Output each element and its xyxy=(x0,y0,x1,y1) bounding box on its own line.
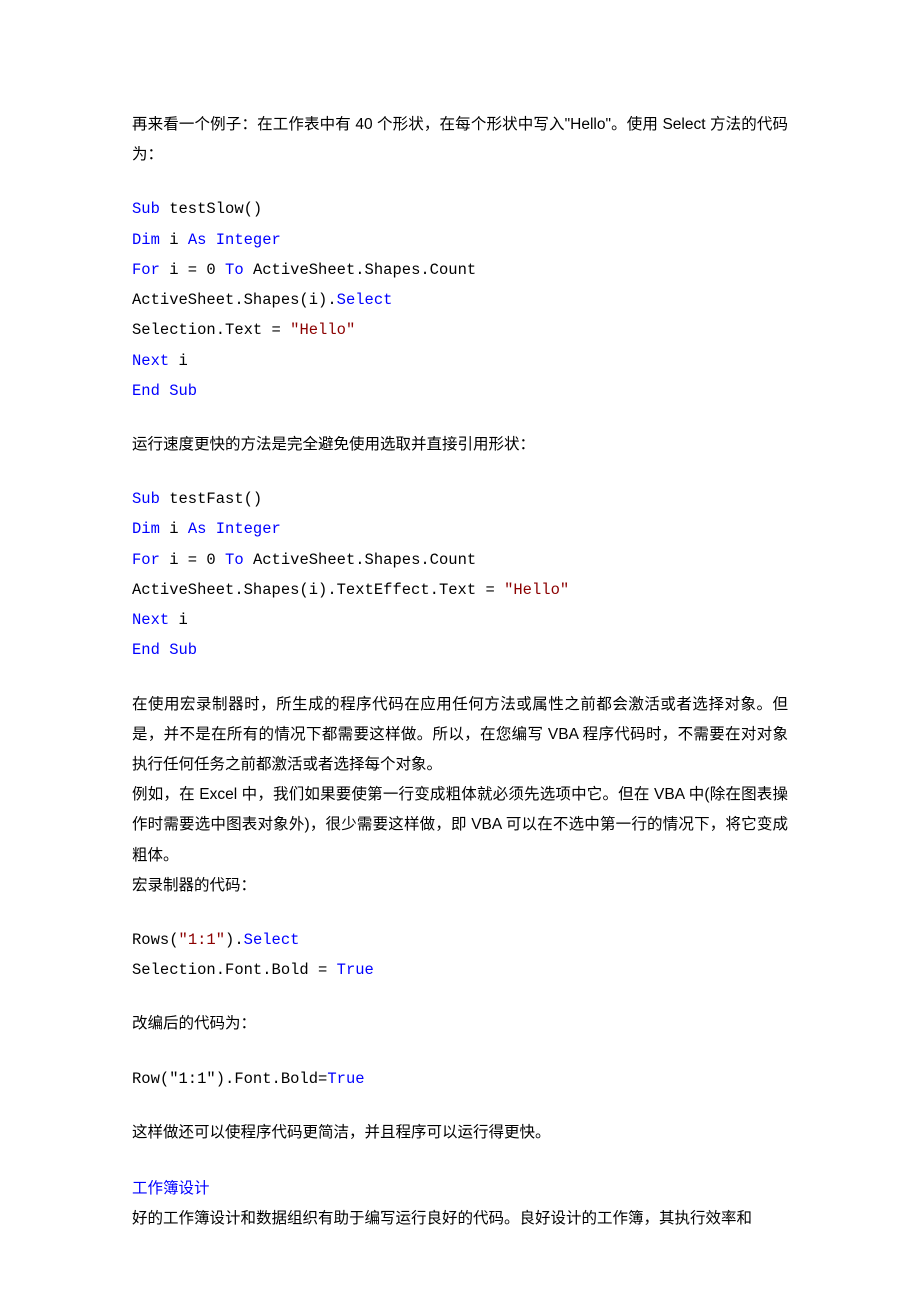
code-line: Sub testFast() xyxy=(132,484,788,514)
paragraph: 在使用宏录制器时，所生成的程序代码在应用任何方法或属性之前都会激活或者选择对象。… xyxy=(132,690,788,781)
code-line: Dim i As Integer xyxy=(132,514,788,544)
code-block-4: Row("1:1").Font.Bold=True xyxy=(132,1064,788,1094)
code-line: Dim i As Integer xyxy=(132,225,788,255)
paragraph: 宏录制器的代码： xyxy=(132,871,788,901)
code-line: For i = 0 To ActiveSheet.Shapes.Count xyxy=(132,545,788,575)
code-line: Sub testSlow() xyxy=(132,194,788,224)
code-line: End Sub xyxy=(132,376,788,406)
paragraph: 好的工作簿设计和数据组织有助于编写运行良好的代码。良好设计的工作簿，其执行效率和 xyxy=(132,1204,788,1234)
section-heading-workbook-design: 工作簿设计 xyxy=(132,1174,788,1204)
code-line: End Sub xyxy=(132,635,788,665)
paragraph: 例如，在 Excel 中，我们如果要使第一行变成粗体就必须先选项中它。但在 VB… xyxy=(132,780,788,871)
paragraph-intro: 再来看一个例子：在工作表中有 40 个形状，在每个形状中写入"Hello"。使用… xyxy=(132,110,788,170)
code-line: Selection.Font.Bold = True xyxy=(132,955,788,985)
code-line: ActiveSheet.Shapes(i).TextEffect.Text = … xyxy=(132,575,788,605)
code-line: ActiveSheet.Shapes(i).Select xyxy=(132,285,788,315)
code-line: Next i xyxy=(132,605,788,635)
code-line: Next i xyxy=(132,346,788,376)
paragraph: 运行速度更快的方法是完全避免使用选取并直接引用形状： xyxy=(132,430,788,460)
paragraph: 改编后的代码为： xyxy=(132,1009,788,1039)
code-line: For i = 0 To ActiveSheet.Shapes.Count xyxy=(132,255,788,285)
code-block-3: Rows("1:1").SelectSelection.Font.Bold = … xyxy=(132,925,788,985)
paragraph: 这样做还可以使程序代码更简洁，并且程序可以运行得更快。 xyxy=(132,1118,788,1148)
code-line: Row("1:1").Font.Bold=True xyxy=(132,1064,788,1094)
document-page: 再来看一个例子：在工作表中有 40 个形状，在每个形状中写入"Hello"。使用… xyxy=(0,0,920,1302)
code-block-2: Sub testFast()Dim i As IntegerFor i = 0 … xyxy=(132,484,788,665)
code-line: Rows("1:1").Select xyxy=(132,925,788,955)
code-block-1: Sub testSlow()Dim i As IntegerFor i = 0 … xyxy=(132,194,788,406)
code-line: Selection.Text = "Hello" xyxy=(132,315,788,345)
